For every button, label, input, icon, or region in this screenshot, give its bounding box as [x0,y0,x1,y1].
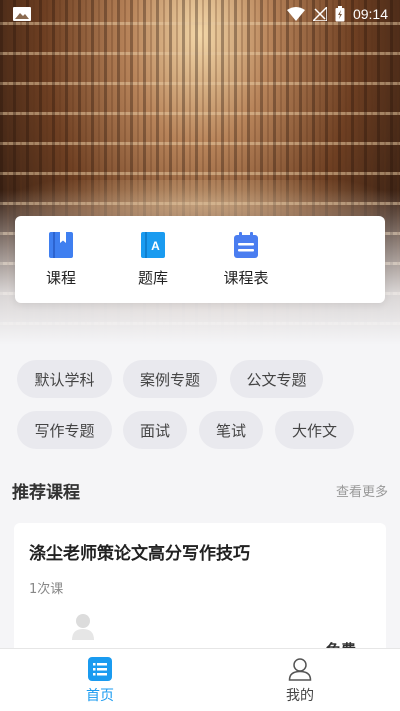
status-time: 09:14 [352,6,388,22]
question-bank-icon: A [141,232,165,258]
battery-charging-icon [335,6,345,22]
home-list-icon [88,657,112,681]
nav-home-label: 首页 [86,688,114,704]
quick-item-label: 课程 [45,269,76,287]
tag-interview[interactable]: 面试 [123,411,187,449]
gallery-notification-icon [13,7,31,21]
bottom-nav: 首页 我的 [0,648,400,711]
course-lesson-count: 1次课 [29,582,64,597]
quick-menu-card: 课程 A 题库 课程表 [15,216,385,303]
tag-writing-topic[interactable]: 写作专题 [17,411,112,449]
quick-item-question-bank[interactable]: A 题库 [118,231,188,288]
course-title: 涤尘老师策论文高分写作技巧 [29,544,250,564]
nav-mine[interactable]: 我的 [260,657,340,705]
quick-item-label: 题库 [137,269,168,287]
quick-item-timetable[interactable]: 课程表 [211,231,281,288]
tag-essay[interactable]: 大作文 [275,411,354,449]
nav-mine-label: 我的 [286,688,314,704]
section-title: 推荐课程 [12,483,80,503]
view-more-link[interactable]: 查看更多 [336,481,388,500]
status-bar: 09:14 [0,0,400,28]
tag-default-subject[interactable]: 默认学科 [17,360,112,398]
calendar-icon [234,232,258,258]
status-right: 09:14 [286,6,388,22]
signal-icon [312,7,327,21]
tag-case-topic[interactable]: 案例专题 [123,360,217,398]
quick-item-courses[interactable]: 课程 [26,231,96,288]
user-icon [288,658,312,681]
quick-item-label: 课程表 [223,269,269,287]
tag-official-document-topic[interactable]: 公文专题 [230,360,323,398]
wifi-icon [286,7,305,21]
tag-written-exam[interactable]: 笔试 [199,411,263,449]
svg-text:A: A [151,239,160,253]
book-icon [49,232,73,258]
nav-home[interactable]: 首页 [60,657,140,705]
teacher-avatar-icon [72,614,94,640]
